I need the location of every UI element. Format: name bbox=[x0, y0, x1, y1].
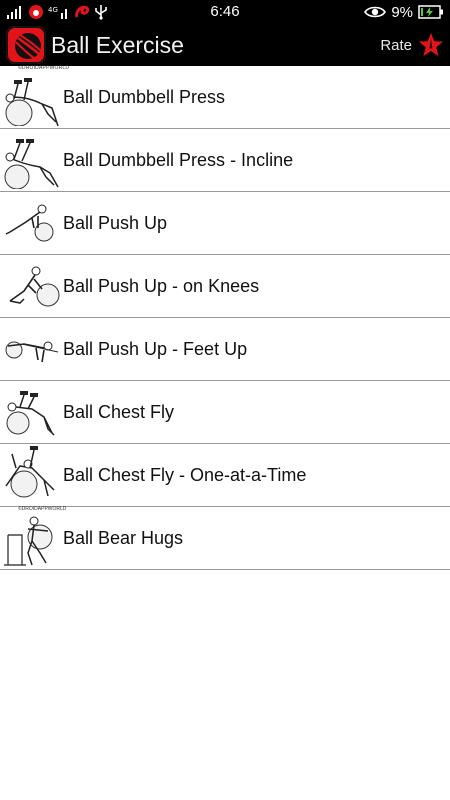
list-item[interactable]: Ball Chest Fly - One-at-a-Time bbox=[0, 444, 450, 507]
exercise-list: ©DROIDAPPWORLD Ball Dumbbell Press Ball … bbox=[0, 65, 450, 570]
list-item[interactable]: Ball Push Up - on Knees bbox=[0, 255, 450, 318]
app-bar: Ball Exercise Rate bbox=[0, 24, 450, 66]
list-item-label: Ball Chest Fly bbox=[63, 402, 175, 422]
watermark-text: ©DROIDAPPWORLD bbox=[18, 506, 67, 512]
exercise-figure-icon bbox=[5, 446, 55, 498]
exercise-ball-logo-icon bbox=[6, 26, 46, 64]
rate-label: Rate bbox=[380, 36, 412, 54]
list-item-label: Ball Push Up bbox=[63, 213, 168, 233]
list-item[interactable]: Ball Chest Fly bbox=[0, 381, 450, 444]
status-bar: 4G 6:46 9% bbox=[0, 0, 450, 24]
battery-percent: 9% bbox=[391, 3, 413, 21]
app-title: Ball Exercise bbox=[51, 32, 184, 58]
exercise-figure-icon bbox=[5, 341, 59, 363]
list-item-label: Ball Push Up - on Knees bbox=[63, 276, 260, 296]
exercise-figure-icon bbox=[4, 516, 53, 566]
list-item[interactable]: Ball Dumbbell Press - Incline bbox=[0, 129, 450, 192]
list-item-label: Ball Bear Hugs bbox=[63, 528, 184, 548]
eye-icon bbox=[364, 6, 387, 18]
battery-charging-icon bbox=[418, 5, 443, 19]
list-item[interactable]: Ball Push Up - Feet Up bbox=[0, 318, 450, 381]
exercise-figure-icon bbox=[5, 204, 54, 242]
exercise-figure-icon bbox=[5, 78, 59, 126]
exercise-figure-icon bbox=[9, 266, 60, 307]
list-item-label: Ball Dumbbell Press - Incline bbox=[63, 150, 294, 170]
list-item-label: Ball Push Up - Feet Up bbox=[63, 339, 248, 359]
watermark-text: ©DROIDAPPWORLD bbox=[18, 65, 70, 71]
exercise-figure-icon bbox=[6, 391, 55, 436]
status-right-icons: 9% bbox=[364, 2, 444, 22]
list-item-label: Ball Dumbbell Press bbox=[63, 87, 226, 107]
list-item[interactable]: ©DROIDAPPWORLD Ball Bear Hugs bbox=[0, 506, 450, 570]
list-item[interactable]: ©DROIDAPPWORLD Ball Dumbbell Press bbox=[0, 65, 450, 129]
star-icon bbox=[419, 33, 443, 56]
list-item[interactable]: Ball Push Up bbox=[0, 192, 450, 255]
exercise-figure-icon bbox=[4, 139, 59, 189]
list-item-label: Ball Chest Fly - One-at-a-Time bbox=[63, 465, 307, 485]
rate-button[interactable]: Rate bbox=[380, 31, 444, 59]
